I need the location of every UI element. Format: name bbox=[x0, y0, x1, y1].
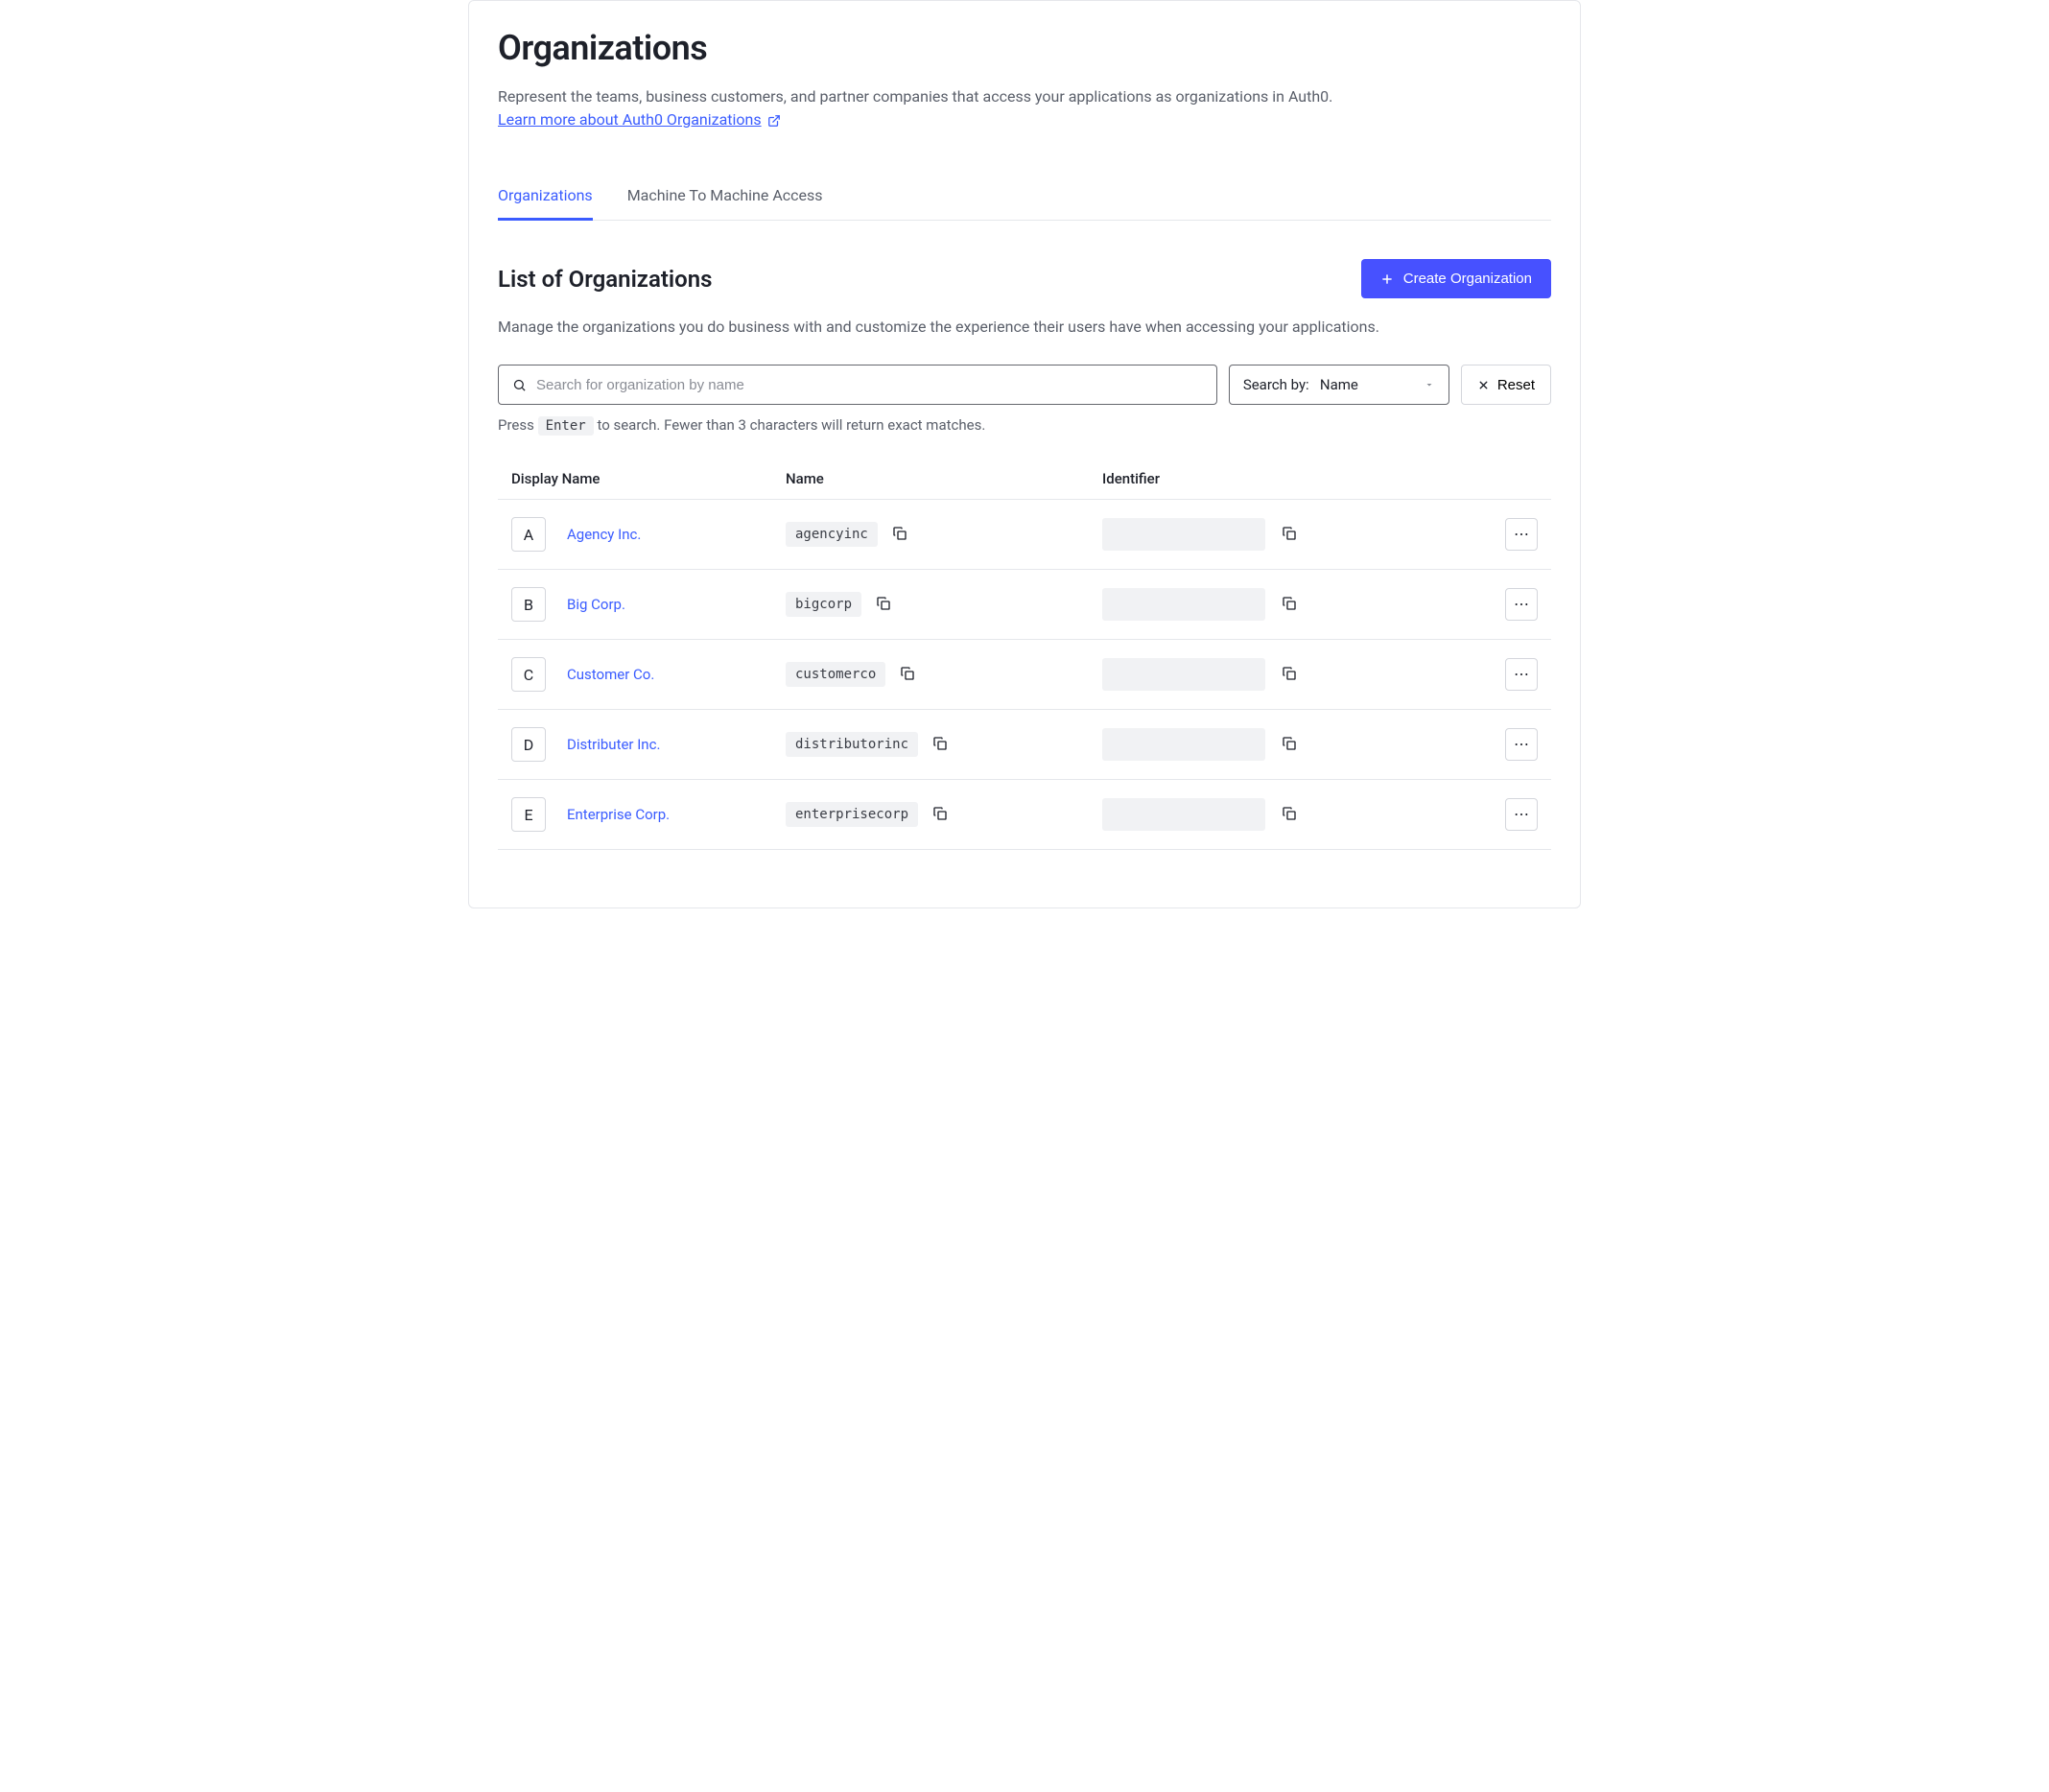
org-display-link[interactable]: Distributer Inc. bbox=[567, 736, 660, 753]
row-actions-button[interactable]: ⋯ bbox=[1505, 518, 1538, 551]
org-avatar: D bbox=[511, 727, 546, 762]
org-name-chip: distributorinc bbox=[786, 732, 918, 757]
learn-more-link[interactable]: Learn more about Auth0 Organizations bbox=[498, 110, 781, 129]
chevron-down-icon bbox=[1424, 379, 1435, 390]
organizations-table: Display Name Name Identifier A Agency Inc… bbox=[498, 459, 1551, 850]
dropdown-label: Search by: bbox=[1243, 376, 1309, 393]
copy-name-button[interactable] bbox=[930, 804, 951, 825]
external-link-icon bbox=[767, 113, 781, 127]
org-avatar: A bbox=[511, 517, 546, 552]
tabs: Organizations Machine To Machine Access bbox=[498, 175, 1551, 221]
section-title: List of Organizations bbox=[498, 266, 712, 293]
section-header: List of Organizations Create Organizatio… bbox=[498, 259, 1551, 298]
org-identifier-redacted bbox=[1102, 518, 1265, 551]
copy-icon bbox=[900, 666, 915, 684]
copy-icon bbox=[1282, 736, 1297, 754]
table-row: E Enterprise Corp. enterprisecorp ⋯ bbox=[498, 780, 1551, 850]
org-name-chip: customerco bbox=[786, 662, 885, 687]
more-icon: ⋯ bbox=[1514, 735, 1529, 754]
copy-name-button[interactable] bbox=[873, 594, 894, 615]
copy-icon bbox=[932, 736, 948, 754]
copy-name-button[interactable] bbox=[930, 734, 951, 755]
learn-more-text: Learn more about Auth0 Organizations bbox=[498, 110, 762, 129]
org-display-link[interactable]: Agency Inc. bbox=[567, 526, 641, 543]
org-identifier-redacted bbox=[1102, 588, 1265, 621]
create-organization-button[interactable]: Create Organization bbox=[1361, 259, 1551, 298]
page-description: Represent the teams, business customers,… bbox=[498, 85, 1551, 108]
row-actions-button[interactable]: ⋯ bbox=[1505, 798, 1538, 831]
row-actions-button[interactable]: ⋯ bbox=[1505, 658, 1538, 691]
more-icon: ⋯ bbox=[1514, 665, 1529, 684]
col-display-name: Display Name bbox=[498, 459, 772, 500]
reset-label: Reset bbox=[1497, 377, 1535, 393]
col-actions bbox=[1492, 459, 1551, 500]
org-avatar: E bbox=[511, 797, 546, 832]
org-avatar: C bbox=[511, 657, 546, 692]
org-identifier-redacted bbox=[1102, 658, 1265, 691]
page-frame: Organizations Represent the teams, busin… bbox=[468, 0, 1581, 908]
dropdown-value: Name bbox=[1320, 376, 1358, 393]
table-row: A Agency Inc. agencyinc ⋯ bbox=[498, 500, 1551, 570]
copy-identifier-button[interactable] bbox=[1279, 594, 1300, 615]
create-organization-label: Create Organization bbox=[1403, 271, 1532, 287]
enter-key: Enter bbox=[538, 416, 594, 436]
copy-icon bbox=[932, 806, 948, 824]
org-name-chip: enterprisecorp bbox=[786, 802, 918, 827]
tab-organizations[interactable]: Organizations bbox=[498, 175, 593, 221]
copy-name-button[interactable] bbox=[889, 524, 910, 545]
more-icon: ⋯ bbox=[1514, 805, 1529, 824]
org-name-chip: agencyinc bbox=[786, 522, 878, 547]
more-icon: ⋯ bbox=[1514, 525, 1529, 544]
org-name-chip: bigcorp bbox=[786, 592, 861, 617]
copy-icon bbox=[1282, 526, 1297, 544]
org-display-link[interactable]: Enterprise Corp. bbox=[567, 806, 670, 823]
copy-identifier-button[interactable] bbox=[1279, 734, 1300, 755]
search-by-dropdown[interactable]: Search by: Name bbox=[1229, 365, 1449, 405]
copy-icon bbox=[1282, 596, 1297, 614]
copy-icon bbox=[1282, 806, 1297, 824]
org-display-link[interactable]: Big Corp. bbox=[567, 596, 625, 613]
search-icon bbox=[512, 378, 527, 392]
copy-identifier-button[interactable] bbox=[1279, 524, 1300, 545]
table-row: B Big Corp. bigcorp ⋯ bbox=[498, 570, 1551, 640]
search-hint: Press Enter to search. Fewer than 3 char… bbox=[498, 416, 1551, 434]
org-avatar: B bbox=[511, 587, 546, 622]
copy-identifier-button[interactable] bbox=[1279, 804, 1300, 825]
tab-m2m-access[interactable]: Machine To Machine Access bbox=[627, 175, 823, 221]
page-title: Organizations bbox=[498, 28, 1551, 68]
table-row: D Distributer Inc. distributorinc ⋯ bbox=[498, 710, 1551, 780]
copy-icon bbox=[892, 526, 907, 544]
row-actions-button[interactable]: ⋯ bbox=[1505, 588, 1538, 621]
plus-icon bbox=[1380, 272, 1394, 286]
col-name: Name bbox=[772, 459, 1089, 500]
org-display-link[interactable]: Customer Co. bbox=[567, 666, 654, 683]
col-identifier: Identifier bbox=[1089, 459, 1492, 500]
section-description: Manage the organizations you do business… bbox=[498, 318, 1551, 336]
close-icon bbox=[1477, 379, 1490, 391]
reset-button[interactable]: Reset bbox=[1461, 365, 1551, 405]
copy-icon bbox=[876, 596, 891, 614]
org-identifier-redacted bbox=[1102, 728, 1265, 761]
row-actions-button[interactable]: ⋯ bbox=[1505, 728, 1538, 761]
copy-identifier-button[interactable] bbox=[1279, 664, 1300, 685]
copy-name-button[interactable] bbox=[897, 664, 918, 685]
table-row: C Customer Co. customerco ⋯ bbox=[498, 640, 1551, 710]
search-row: Search by: Name Reset bbox=[498, 365, 1551, 405]
copy-icon bbox=[1282, 666, 1297, 684]
org-identifier-redacted bbox=[1102, 798, 1265, 831]
search-box[interactable] bbox=[498, 365, 1217, 405]
search-input[interactable] bbox=[536, 377, 1203, 393]
more-icon: ⋯ bbox=[1514, 595, 1529, 614]
